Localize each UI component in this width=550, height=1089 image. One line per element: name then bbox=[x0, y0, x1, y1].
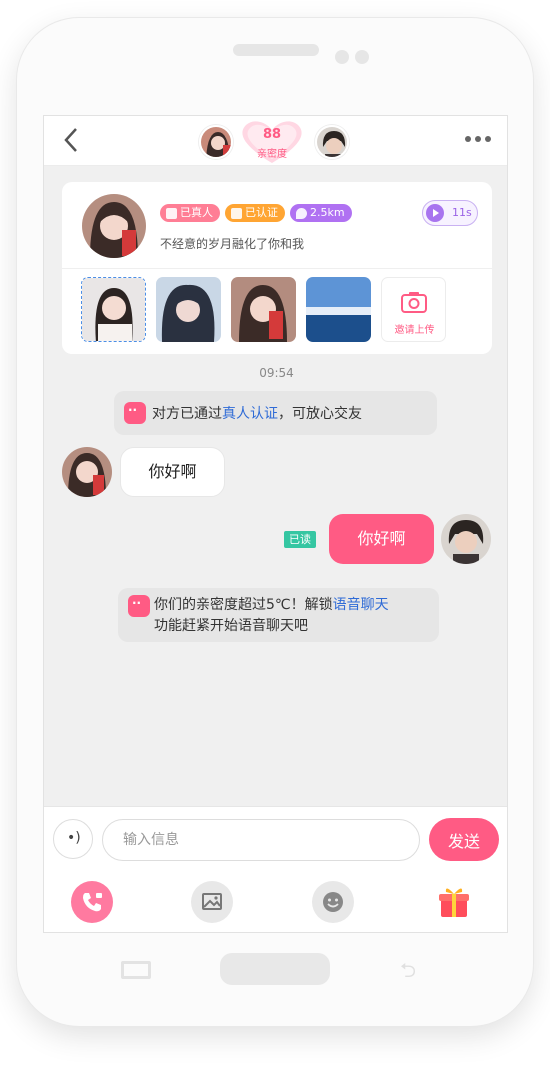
recent-apps-button[interactable] bbox=[121, 961, 151, 979]
system-message-intimacy: 你们的亲密度超过5℃！解锁语音聊天 功能赶紧开始语音聊天吧 bbox=[118, 588, 439, 642]
photo-thumbnail[interactable] bbox=[81, 277, 146, 342]
system-text: ，可放心交友 bbox=[278, 406, 362, 422]
composer-bar: •) 发送 bbox=[44, 806, 507, 932]
play-icon bbox=[426, 204, 444, 222]
more-options-icon[interactable] bbox=[465, 136, 491, 142]
photo-thumbnail[interactable] bbox=[306, 277, 371, 342]
image-icon bbox=[202, 893, 222, 910]
outgoing-message-bubble[interactable]: 你好啊 bbox=[329, 514, 434, 564]
video-call-button[interactable] bbox=[71, 881, 113, 923]
front-camera-dot bbox=[335, 50, 349, 64]
phone-call-icon bbox=[83, 893, 102, 912]
shield-icon bbox=[166, 207, 177, 219]
divider bbox=[62, 268, 492, 269]
sound-wave-icon: •) bbox=[67, 830, 81, 846]
app-screen: 88 亲密度 已真人 已认证 2.5km 不经意的岁月融化了你和我 11s 邀请… bbox=[43, 115, 508, 933]
chat-header: 88 亲密度 bbox=[44, 116, 507, 166]
message-input[interactable] bbox=[102, 819, 420, 861]
distance-badge: 2.5km bbox=[290, 204, 352, 222]
emoji-icon bbox=[323, 892, 343, 912]
profile-signature: 不经意的岁月融化了你和我 bbox=[160, 237, 305, 251]
sensor-dot bbox=[355, 50, 369, 64]
home-button[interactable] bbox=[220, 953, 330, 985]
system-text: 功能赶紧开始语音聊天吧 bbox=[154, 618, 308, 634]
speaker-grille bbox=[233, 44, 319, 56]
incoming-avatar[interactable] bbox=[62, 447, 112, 497]
id-card-icon bbox=[231, 207, 242, 219]
back-arrow-icon[interactable] bbox=[62, 126, 80, 154]
profile-avatar[interactable] bbox=[82, 194, 146, 258]
photo-thumbnail[interactable] bbox=[231, 277, 296, 342]
photo-strip: 邀请上传 bbox=[81, 277, 446, 342]
location-pin-icon bbox=[296, 207, 307, 219]
verified-badge: 已认证 bbox=[225, 204, 285, 222]
profile-badges: 已真人 已认证 2.5km bbox=[160, 204, 352, 222]
profile-card[interactable]: 已真人 已认证 2.5km 不经意的岁月融化了你和我 11s 邀请上传 bbox=[62, 182, 492, 354]
voice-duration: 11s bbox=[452, 206, 472, 219]
system-text: 你们的亲密度超过5℃！解锁 bbox=[154, 597, 333, 613]
real-person-badge: 已真人 bbox=[160, 204, 220, 222]
back-hardware-button[interactable]: ⮌ bbox=[400, 960, 416, 980]
camera-icon bbox=[401, 292, 427, 313]
my-avatar[interactable] bbox=[199, 125, 233, 159]
read-status-tag: 已读 bbox=[284, 531, 316, 548]
outgoing-avatar[interactable] bbox=[441, 514, 491, 564]
system-chat-icon bbox=[128, 595, 150, 617]
photo-thumbnail[interactable] bbox=[156, 277, 221, 342]
voice-intro-button[interactable]: 11s bbox=[422, 200, 478, 226]
voice-input-button[interactable]: •) bbox=[53, 819, 93, 859]
system-text: 对方已通过 bbox=[152, 406, 222, 422]
voice-chat-link[interactable]: 语音聊天 bbox=[333, 597, 389, 613]
image-picker-button[interactable] bbox=[191, 881, 233, 923]
intimacy-value: 88 bbox=[262, 127, 282, 142]
system-message-verified: 对方已通过真人认证，可放心交友 bbox=[114, 391, 437, 435]
system-chat-icon bbox=[124, 402, 146, 424]
partner-avatar[interactable] bbox=[315, 125, 349, 159]
message-timestamp: 09:54 bbox=[259, 366, 294, 380]
send-button[interactable]: 发送 bbox=[429, 818, 499, 861]
gift-icon bbox=[439, 888, 469, 917]
gift-button[interactable] bbox=[433, 881, 475, 923]
invite-upload-label: 邀请上传 bbox=[394, 325, 435, 336]
incoming-message-bubble[interactable]: 你好啊 bbox=[120, 447, 225, 497]
intimacy-label: 亲密度 bbox=[257, 149, 287, 160]
emoji-button[interactable] bbox=[312, 881, 354, 923]
invite-upload-button[interactable]: 邀请上传 bbox=[381, 277, 446, 342]
real-person-verify-link[interactable]: 真人认证 bbox=[222, 406, 278, 422]
